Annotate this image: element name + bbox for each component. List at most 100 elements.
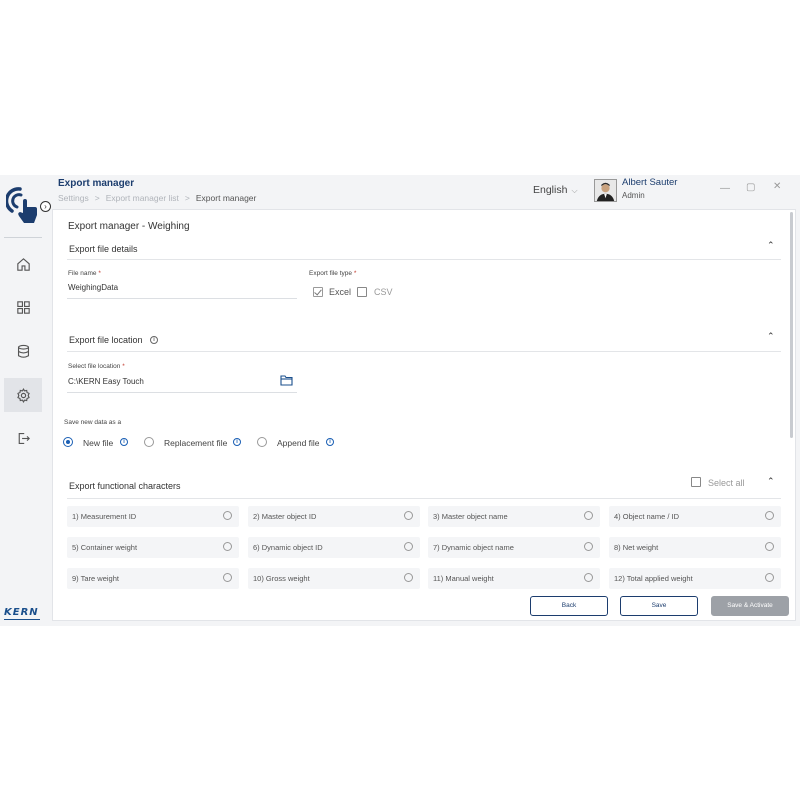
list-item-label: 7) Dynamic object name [433, 543, 514, 552]
list-item-label: 2) Master object ID [253, 512, 317, 521]
list-item[interactable]: 1) Measurement ID [67, 506, 239, 527]
save-activate-button[interactable]: Save & Activate [711, 596, 789, 616]
grid-icon [16, 300, 30, 314]
language-label: English [533, 184, 568, 196]
sidebar-item-database[interactable] [4, 334, 42, 368]
breadcrumb-export-manager-list[interactable]: Export manager list [106, 193, 179, 203]
radio-append-file-label: Append file [277, 438, 320, 448]
list-item-radio[interactable] [223, 573, 232, 582]
database-icon [17, 344, 29, 358]
list-item-radio[interactable] [765, 511, 774, 520]
file-type-label: Export file type * [309, 270, 357, 277]
info-icon[interactable]: i [326, 438, 334, 446]
list-item[interactable]: 5) Container weight [67, 537, 239, 558]
sidebar-item-settings[interactable] [4, 378, 42, 412]
list-item-radio[interactable] [223, 542, 232, 551]
list-item[interactable]: 3) Master object name [428, 506, 600, 527]
list-item[interactable]: 12) Total applied weight [609, 568, 781, 589]
list-item-label: 3) Master object name [433, 512, 508, 521]
save-button[interactable]: Save [620, 596, 698, 616]
file-name-input[interactable]: WeighingData [68, 283, 118, 292]
list-item-radio[interactable] [404, 573, 413, 582]
list-item-label: 12) Total applied weight [614, 574, 693, 583]
list-item[interactable]: 7) Dynamic object name [428, 537, 600, 558]
breadcrumb-separator-icon: > [94, 193, 100, 203]
page-title: Export manager - Weighing [68, 221, 190, 232]
section-divider [67, 351, 781, 352]
minimize-icon[interactable]: — [720, 183, 730, 194]
list-item[interactable]: 4) Object name / ID [609, 506, 781, 527]
sidebar-expand-button[interactable]: › [40, 201, 51, 212]
breadcrumb: Settings > Export manager list > Export … [58, 193, 256, 203]
info-icon[interactable]: i [150, 336, 158, 344]
sidebar-divider [4, 237, 42, 238]
list-item-radio[interactable] [584, 573, 593, 582]
language-selector[interactable]: English ⌵ [533, 184, 578, 196]
radio-replacement-file-label: Replacement file [164, 438, 228, 448]
list-item[interactable]: 2) Master object ID [248, 506, 420, 527]
main-panel: Export manager - Weighing Export file de… [52, 209, 796, 621]
scrollbar[interactable] [790, 212, 793, 438]
list-item-radio[interactable] [765, 542, 774, 551]
back-button[interactable]: Back [530, 596, 608, 616]
list-item-radio[interactable] [223, 511, 232, 520]
select-all-label: Select all [708, 478, 745, 488]
list-item-label: 5) Container weight [72, 543, 138, 552]
brand-logo: KERN [4, 607, 39, 618]
radio-new-file[interactable] [63, 437, 73, 447]
csv-checkbox[interactable] [357, 287, 367, 297]
section-divider [67, 259, 781, 260]
collapse-file-location-icon[interactable]: ⌃ [767, 331, 775, 342]
radio-append-file[interactable] [257, 437, 267, 447]
list-item-label: 8) Net weight [614, 543, 659, 552]
home-icon [16, 257, 30, 271]
list-item[interactable]: 8) Net weight [609, 537, 781, 558]
file-location-underline [67, 392, 297, 393]
list-item[interactable]: 11) Manual weight [428, 568, 600, 589]
header-title: Export manager [58, 178, 135, 189]
avatar[interactable] [594, 179, 617, 202]
breadcrumb-settings[interactable]: Settings [58, 193, 89, 203]
excel-checkbox[interactable] [313, 287, 323, 297]
maximize-icon[interactable]: ▢ [746, 182, 755, 193]
sidebar-item-logout[interactable] [4, 421, 42, 455]
gear-icon [16, 387, 30, 403]
list-item-radio[interactable] [584, 542, 593, 551]
logout-icon [18, 432, 30, 444]
list-item-radio[interactable] [584, 511, 593, 520]
collapse-file-details-icon[interactable]: ⌃ [767, 240, 775, 251]
sidebar-item-dashboard[interactable] [4, 290, 42, 324]
list-item-label: 11) Manual weight [433, 574, 494, 583]
list-item-label: 1) Measurement ID [72, 512, 137, 521]
file-name-label: File name * [68, 270, 101, 277]
list-item[interactable]: 10) Gross weight [248, 568, 420, 589]
folder-icon[interactable] [280, 374, 293, 386]
excel-label: Excel [329, 287, 352, 297]
breadcrumb-separator-icon: > [184, 193, 190, 203]
app-window: › KERN Export manager Settings > Export … [0, 175, 800, 626]
list-item[interactable]: 9) Tare weight [67, 568, 239, 589]
select-all-checkbox[interactable] [691, 477, 701, 487]
file-name-underline [67, 298, 297, 299]
section-title-file-location: Export file location [69, 335, 143, 345]
section-title-functional-characters: Export functional characters [69, 481, 181, 491]
section-divider [67, 498, 781, 499]
brand-underline [4, 619, 40, 620]
save-as-label: Save new data as a [64, 419, 122, 426]
list-item-radio[interactable] [404, 542, 413, 551]
list-item-radio[interactable] [404, 511, 413, 520]
sidebar-item-home[interactable] [4, 247, 42, 281]
file-location-input[interactable]: C:\KERN Easy Touch [68, 377, 144, 386]
list-item-radio[interactable] [765, 573, 774, 582]
radio-replacement-file[interactable] [144, 437, 154, 447]
list-item-label: 9) Tare weight [72, 574, 119, 583]
list-item-label: 6) Dynamic object ID [253, 543, 323, 552]
collapse-functional-characters-icon[interactable]: ⌃ [767, 476, 775, 487]
info-icon[interactable]: i [233, 438, 241, 446]
close-icon[interactable]: ✕ [773, 181, 781, 192]
user-role: Admin [622, 191, 645, 200]
breadcrumb-current: Export manager [195, 193, 257, 203]
info-icon[interactable]: i [120, 438, 128, 446]
list-item-label: 4) Object name / ID [614, 512, 680, 521]
list-item[interactable]: 6) Dynamic object ID [248, 537, 420, 558]
